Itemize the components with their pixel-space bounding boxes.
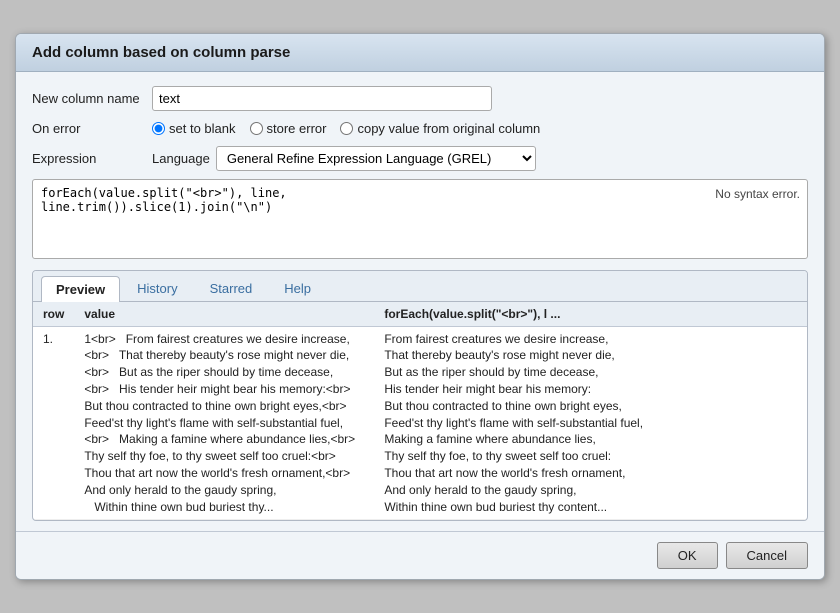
radio-copy-value[interactable]: copy value from original column — [340, 121, 540, 136]
column-name-input[interactable] — [152, 86, 492, 111]
radio-group: set to blank store error copy value from… — [152, 121, 540, 136]
cancel-button[interactable]: Cancel — [726, 542, 808, 569]
dialog-body: New column name On error set to blank st… — [16, 72, 824, 532]
radio-set-blank-label: set to blank — [169, 121, 236, 136]
tab-bar: Preview History Starred Help — [33, 271, 807, 302]
tab-history[interactable]: History — [122, 275, 192, 301]
language-select[interactable]: General Refine Expression Language (GREL… — [216, 146, 536, 171]
col-header-expr: forEach(value.split("<br>"), l ... — [374, 302, 807, 327]
expression-textarea[interactable]: forEach(value.split("<br>"), line, line.… — [32, 179, 808, 259]
radio-store-error[interactable]: store error — [250, 121, 327, 136]
expression-area-wrapper: forEach(value.split("<br>"), line, line.… — [32, 179, 808, 262]
dialog-footer: OK Cancel — [16, 531, 824, 579]
ok-button[interactable]: OK — [657, 542, 718, 569]
radio-set-blank[interactable]: set to blank — [152, 121, 236, 136]
cell-result: From fairest creatures we desire increas… — [374, 326, 807, 520]
preview-table: row value forEach(value.split("<br>"), l… — [33, 302, 807, 521]
col-header-value: value — [74, 302, 374, 327]
dialog: Add column based on column parse New col… — [15, 33, 825, 581]
language-label: Language — [152, 151, 210, 166]
cell-value: 1<br> From fairest creatures we desire i… — [74, 326, 374, 520]
column-name-label: New column name — [32, 91, 152, 106]
on-error-row: On error set to blank store error copy v… — [32, 121, 808, 136]
radio-store-error-label: store error — [267, 121, 327, 136]
syntax-status: No syntax error. — [715, 187, 800, 201]
on-error-label: On error — [32, 121, 152, 136]
radio-copy-value-label: copy value from original column — [357, 121, 540, 136]
tab-starred[interactable]: Starred — [195, 275, 268, 301]
expression-label: Expression — [32, 151, 152, 166]
dialog-title: Add column based on column parse — [16, 34, 824, 72]
radio-set-blank-input[interactable] — [152, 122, 165, 135]
tab-content-preview: row value forEach(value.split("<br>"), l… — [33, 302, 807, 521]
tab-preview[interactable]: Preview — [41, 276, 120, 302]
radio-store-error-input[interactable] — [250, 122, 263, 135]
tabs-section: Preview History Starred Help row value f… — [32, 270, 808, 522]
cell-row-number: 1. — [33, 326, 74, 520]
tab-help[interactable]: Help — [269, 275, 326, 301]
expression-row: Expression Language General Refine Expre… — [32, 146, 808, 171]
column-name-row: New column name — [32, 86, 808, 111]
table-header-row: row value forEach(value.split("<br>"), l… — [33, 302, 807, 327]
table-row: 1. 1<br> From fairest creatures we desir… — [33, 326, 807, 520]
radio-copy-value-input[interactable] — [340, 122, 353, 135]
col-header-row: row — [33, 302, 74, 327]
